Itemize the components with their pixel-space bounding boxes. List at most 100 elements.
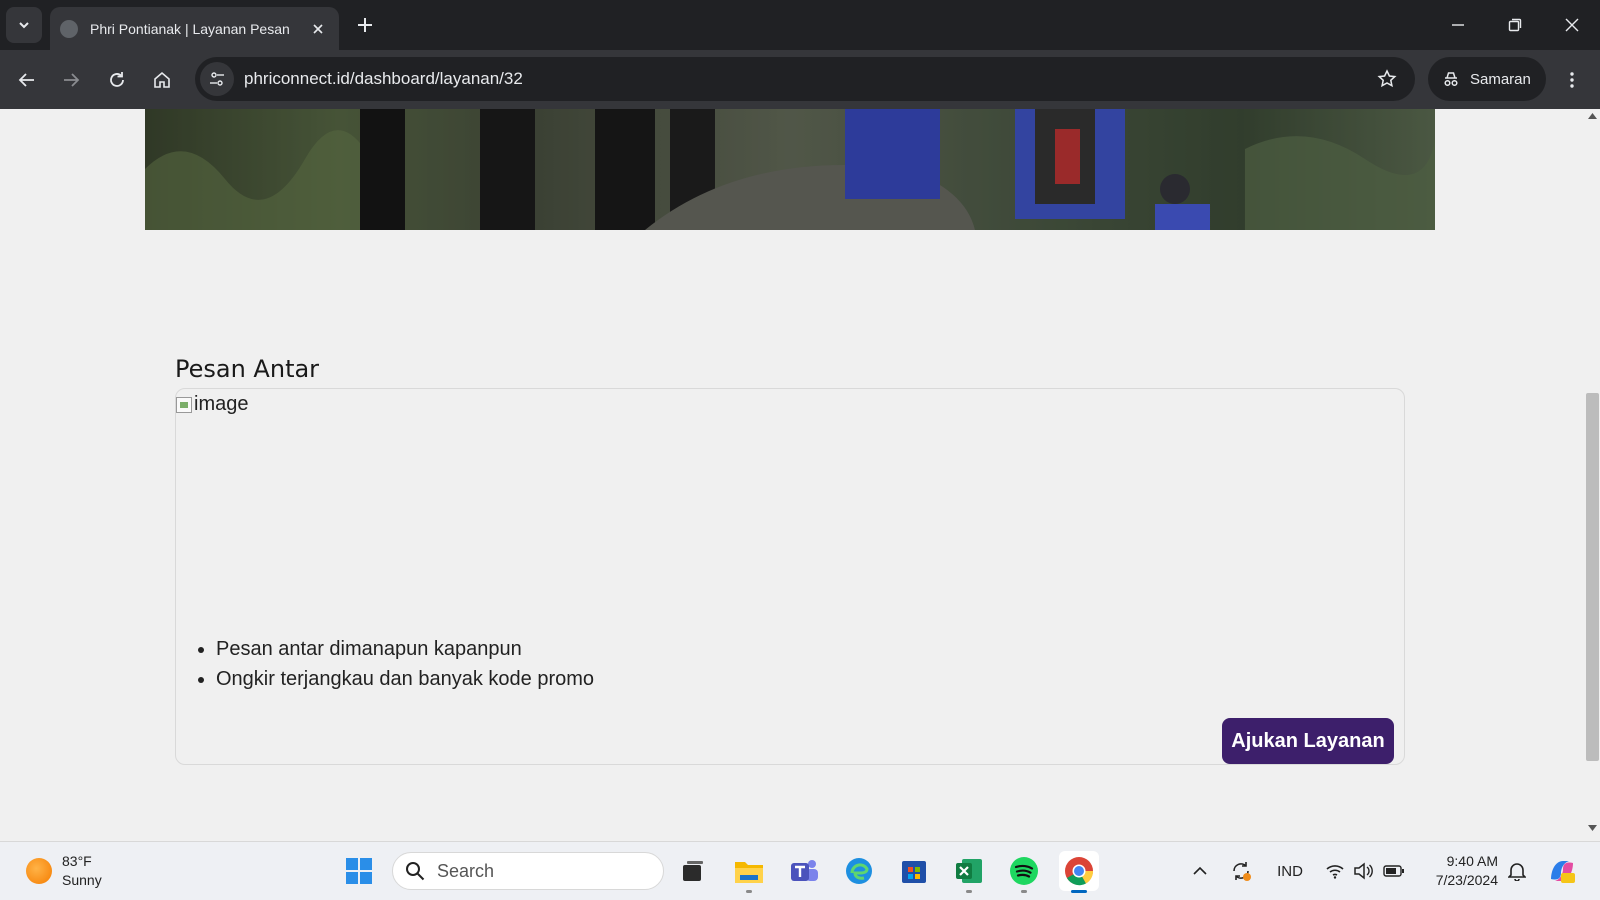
sun-icon bbox=[26, 858, 52, 884]
copilot-button[interactable] bbox=[1545, 851, 1579, 891]
incognito-icon bbox=[1444, 72, 1458, 87]
feature-list: Pesan antar dimanapun kapanpun Ongkir te… bbox=[216, 639, 594, 699]
page-scrollbar[interactable] bbox=[1584, 109, 1600, 841]
minimize-button[interactable] bbox=[1430, 0, 1486, 50]
bookmark-button[interactable] bbox=[1369, 61, 1405, 97]
forward-button[interactable] bbox=[53, 62, 89, 98]
weather-widget[interactable]: 83°F Sunny bbox=[26, 852, 102, 890]
wifi-button[interactable] bbox=[1322, 851, 1348, 891]
speaker-icon bbox=[1354, 862, 1373, 880]
scroll-thumb[interactable] bbox=[1586, 393, 1599, 761]
store-button[interactable] bbox=[894, 851, 934, 891]
close-icon bbox=[313, 23, 323, 34]
arrow-right-icon bbox=[64, 73, 80, 87]
home-icon bbox=[154, 71, 170, 88]
language-indicator[interactable]: IND bbox=[1270, 851, 1310, 891]
edge-icon bbox=[846, 858, 872, 884]
sync-status-button[interactable] bbox=[1226, 851, 1256, 891]
globe-icon bbox=[60, 19, 78, 38]
clock-time: 9:40 AM bbox=[1446, 853, 1498, 869]
weather-temperature: 83°F bbox=[62, 853, 92, 869]
reload-button[interactable] bbox=[99, 62, 135, 98]
running-indicator bbox=[746, 890, 752, 893]
feature-item: Pesan antar dimanapun kapanpun bbox=[216, 639, 594, 660]
volume-button[interactable] bbox=[1350, 851, 1376, 891]
new-tab-button[interactable] bbox=[350, 10, 380, 40]
browser-tab-active[interactable]: Phri Pontianak | Layanan Pesan bbox=[50, 7, 339, 50]
plus-icon bbox=[358, 18, 372, 32]
service-card: image Pesan antar dimanapun kapanpun Ong… bbox=[175, 388, 1405, 765]
active-indicator bbox=[1071, 890, 1087, 893]
url-text: phriconnect.id/dashboard/layanan/32 bbox=[244, 69, 523, 88]
broken-image-icon bbox=[176, 396, 192, 413]
running-indicator bbox=[1021, 890, 1027, 893]
hikers-photo bbox=[145, 109, 1435, 230]
submit-service-button[interactable]: Ajukan Layanan bbox=[1222, 718, 1394, 764]
scroll-up-arrow[interactable] bbox=[1584, 113, 1600, 125]
image-alt-text: image bbox=[194, 393, 249, 415]
chrome-button[interactable] bbox=[1059, 851, 1099, 893]
battery-icon bbox=[1383, 865, 1404, 877]
browser-menu-button[interactable] bbox=[1556, 62, 1588, 98]
excel-icon bbox=[956, 859, 982, 883]
restore-icon bbox=[1508, 18, 1522, 32]
page-viewport: Pesan Antar image Pesan antar dimanapun … bbox=[0, 109, 1584, 841]
address-bar[interactable]: phriconnect.id/dashboard/layanan/32 bbox=[195, 57, 1415, 101]
minimize-icon bbox=[1452, 24, 1464, 26]
tab-search-button[interactable] bbox=[6, 7, 42, 43]
site-info-button[interactable] bbox=[200, 62, 234, 96]
taskbar-search-box[interactable]: Search bbox=[392, 852, 664, 890]
file-explorer-icon bbox=[735, 862, 763, 883]
close-icon bbox=[1565, 18, 1579, 32]
task-view-button[interactable] bbox=[673, 851, 713, 891]
triangle-up-icon bbox=[1587, 113, 1597, 119]
triangle-down-icon bbox=[1587, 825, 1597, 831]
bell-icon bbox=[1508, 863, 1526, 881]
teams-icon bbox=[791, 860, 818, 881]
search-placeholder: Search bbox=[437, 860, 495, 881]
search-icon bbox=[406, 862, 425, 881]
chrome-icon bbox=[1065, 857, 1094, 886]
star-icon bbox=[1377, 69, 1397, 88]
task-view-icon bbox=[683, 861, 703, 881]
reload-icon bbox=[110, 72, 124, 87]
store-icon bbox=[902, 861, 926, 883]
chevron-down-icon bbox=[19, 22, 29, 29]
copilot-icon bbox=[1551, 861, 1575, 883]
more-vertical-icon bbox=[1570, 72, 1574, 88]
battery-button[interactable] bbox=[1380, 851, 1408, 891]
restore-button[interactable] bbox=[1487, 0, 1543, 50]
excel-button[interactable] bbox=[949, 851, 989, 893]
running-indicator bbox=[966, 890, 972, 893]
show-hidden-icons-button[interactable] bbox=[1188, 851, 1212, 891]
home-button[interactable] bbox=[144, 62, 180, 98]
spotify-icon bbox=[1010, 857, 1038, 885]
service-image: image bbox=[176, 393, 248, 416]
clock-date: 7/23/2024 bbox=[1435, 872, 1498, 888]
tab-close-button[interactable] bbox=[307, 18, 329, 40]
start-button[interactable] bbox=[339, 851, 379, 891]
arrow-left-icon bbox=[18, 73, 34, 87]
browser-tab-strip: Phri Pontianak | Layanan Pesan bbox=[0, 0, 1600, 50]
incognito-profile-button[interactable]: Samaran bbox=[1428, 57, 1546, 101]
tune-icon bbox=[210, 72, 224, 86]
profile-label: Samaran bbox=[1470, 70, 1531, 88]
tab-title: Phri Pontianak | Layanan Pesan bbox=[90, 20, 290, 37]
windows-taskbar: 83°F Sunny Search IND 9:40 AM 7/23/2024 bbox=[0, 841, 1600, 900]
wifi-icon bbox=[1326, 865, 1344, 879]
back-button[interactable] bbox=[9, 62, 45, 98]
spotify-button[interactable] bbox=[1004, 851, 1044, 893]
close-window-button[interactable] bbox=[1544, 0, 1600, 50]
file-explorer-button[interactable] bbox=[729, 851, 769, 893]
notifications-button[interactable] bbox=[1504, 851, 1530, 891]
weather-description: Sunny bbox=[62, 872, 102, 888]
scroll-down-arrow[interactable] bbox=[1584, 825, 1600, 837]
teams-button[interactable] bbox=[784, 851, 824, 891]
edge-button[interactable] bbox=[839, 851, 879, 891]
feature-item: Ongkir terjangkau dan banyak kode promo bbox=[216, 669, 594, 690]
section-title: Pesan Antar bbox=[175, 355, 320, 383]
windows-logo-icon bbox=[346, 858, 372, 884]
sync-icon bbox=[1233, 862, 1251, 881]
clock[interactable]: 9:40 AM 7/23/2024 bbox=[1422, 852, 1498, 890]
hero-banner-image bbox=[145, 109, 1435, 230]
